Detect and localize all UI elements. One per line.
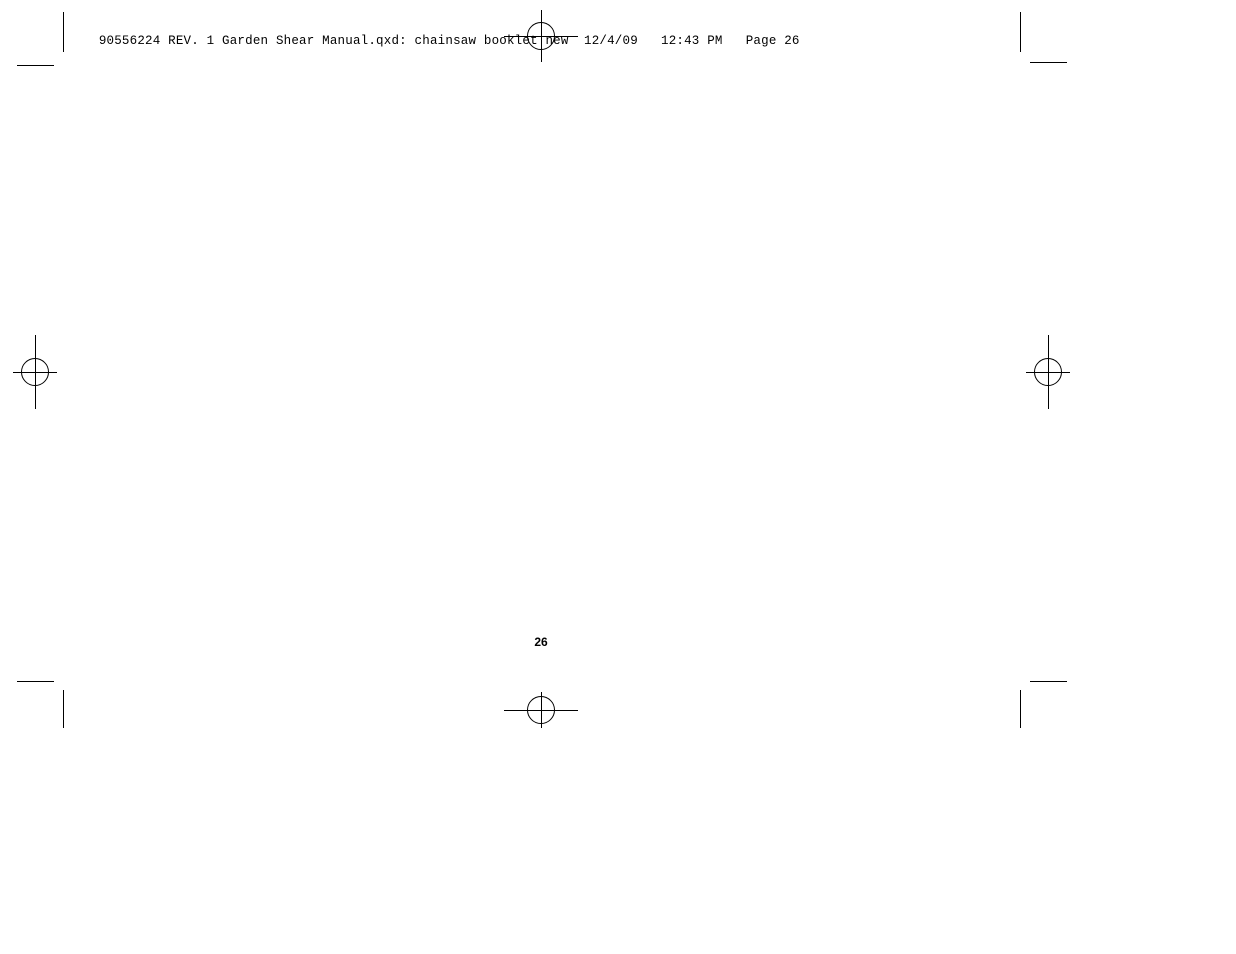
header-stamp-line: 90556224 REV. 1 Garden Shear Manual.qxd:… [68,17,800,65]
crop-mark-top-right-horizontal [1030,62,1067,63]
crop-mark-top-left-vertical [63,12,64,52]
crop-mark-bottom-right-vertical [1020,690,1021,728]
header-stamp-text: 90556224 REV. 1 Garden Shear Manual.qxd:… [98,34,800,48]
registration-circle [527,696,555,724]
crop-mark-bottom-left-vertical [63,690,64,728]
page-body-blank [68,80,1018,620]
crop-mark-bottom-left-horizontal [17,681,54,682]
crop-mark-top-left-horizontal [17,65,54,66]
crop-mark-top-right-vertical [1020,12,1021,52]
page-number: 26 [534,635,548,649]
registration-circle [1034,358,1062,386]
registration-circle [21,358,49,386]
crop-mark-bottom-right-horizontal [1030,681,1067,682]
scanned-manual-page: 90556224 REV. 1 Garden Shear Manual.qxd:… [0,0,1236,954]
